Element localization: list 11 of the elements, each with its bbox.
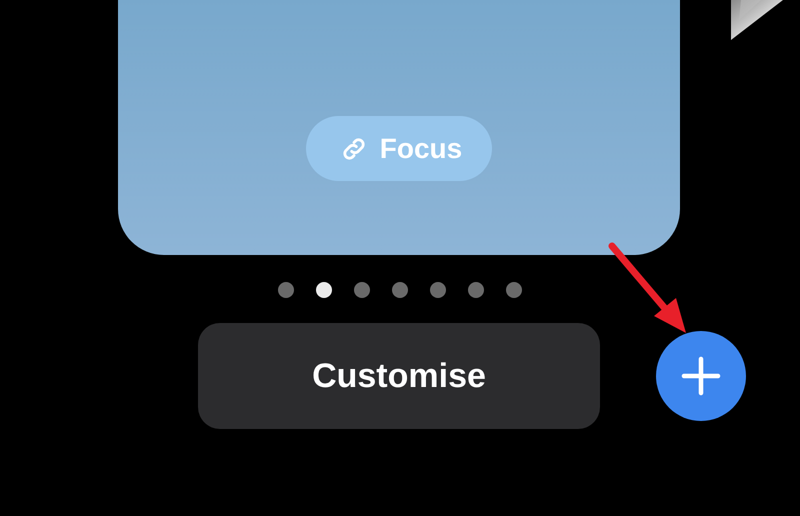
page-dot[interactable] [468, 282, 484, 298]
page-dot[interactable] [354, 282, 370, 298]
plus-icon [681, 356, 721, 396]
wallpaper-card[interactable]: Focus [118, 0, 680, 255]
page-dot[interactable] [278, 282, 294, 298]
customise-button[interactable]: Customise [198, 323, 600, 429]
page-dot[interactable] [506, 282, 522, 298]
focus-button[interactable]: Focus [306, 116, 492, 181]
page-dot[interactable] [392, 282, 408, 298]
page-dot[interactable] [430, 282, 446, 298]
page-dot[interactable] [316, 282, 332, 298]
